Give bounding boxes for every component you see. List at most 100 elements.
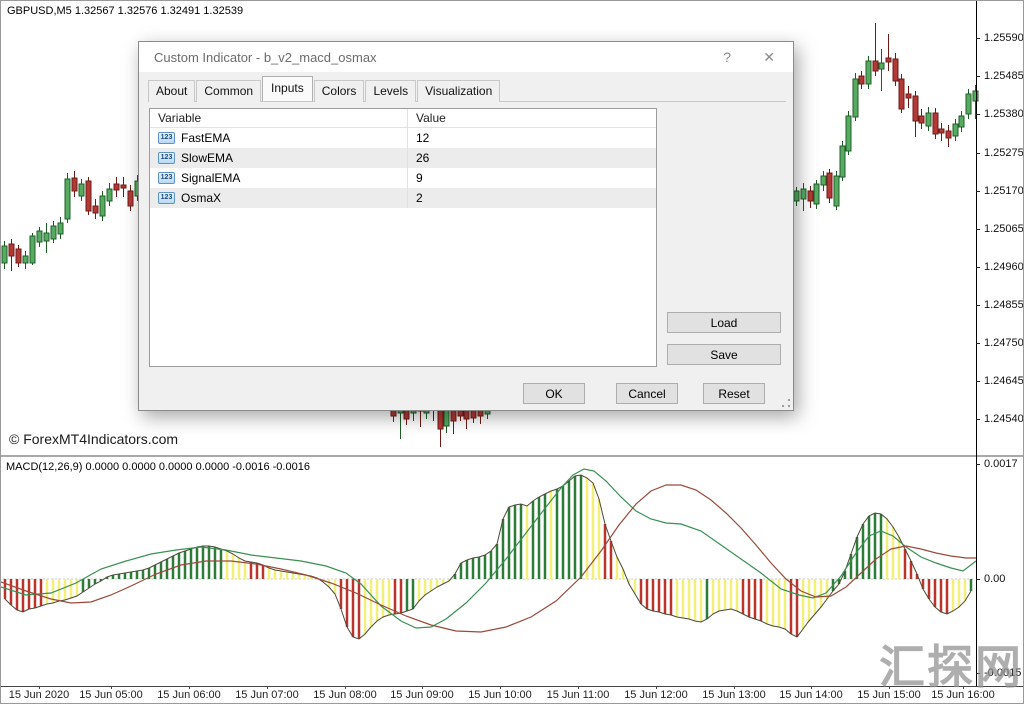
price-tick xyxy=(976,229,980,230)
time-tick-label: 15 Jun 07:00 xyxy=(235,689,299,701)
macd-tick-label: 0.0017 xyxy=(984,458,1018,470)
numeric-type-icon: 123 xyxy=(158,192,175,204)
time-tick xyxy=(189,686,190,689)
time-tick xyxy=(345,686,346,689)
time-tick xyxy=(889,686,890,689)
time-tick-label: 15 Jun 06:00 xyxy=(157,689,221,701)
tab-colors[interactable]: Colors xyxy=(314,80,365,102)
variable-cell: 123 OsmaX xyxy=(150,188,408,208)
time-tick-label: 15 Jun 15:00 xyxy=(857,689,921,701)
time-tick-label: 15 Jun 08:00 xyxy=(313,689,377,701)
tab-strip: AboutCommonInputsColorsLevelsVisualizati… xyxy=(148,80,501,101)
price-tick xyxy=(976,381,980,382)
time-tick xyxy=(811,686,812,689)
time-tick xyxy=(500,686,501,689)
price-tick xyxy=(976,191,980,192)
time-tick xyxy=(267,686,268,689)
time-tick-label: 15 Jun 09:00 xyxy=(390,689,454,701)
time-tick-label: 15 Jun 11:00 xyxy=(547,689,610,701)
numeric-type-icon: 123 xyxy=(158,152,175,164)
value-cell[interactable]: 9 xyxy=(408,171,656,185)
numeric-type-icon: 123 xyxy=(158,132,175,144)
cancel-button[interactable]: Cancel xyxy=(616,383,678,404)
panel-divider[interactable] xyxy=(1,455,1024,457)
table-row-slowema[interactable]: 123 SlowEMA 26 xyxy=(150,148,656,168)
macd-tick-label: 0.00 xyxy=(984,573,1005,585)
price-tick-label: 1.25590 xyxy=(984,32,1024,44)
variable-name: FastEMA xyxy=(181,131,230,145)
time-tick xyxy=(422,686,423,689)
value-cell[interactable]: 12 xyxy=(408,131,656,145)
ohlc-info: GBPUSD,M5 1.32567 1.32576 1.32491 1.3253… xyxy=(7,5,243,17)
macd-tick xyxy=(976,673,980,674)
price-tick-label: 1.24855 xyxy=(984,299,1024,311)
price-tick-label: 1.24750 xyxy=(984,337,1024,349)
variable-name: SignalEMA xyxy=(181,171,240,185)
close-icon[interactable]: ✕ xyxy=(763,49,775,66)
variable-name: OsmaX xyxy=(181,191,221,205)
time-tick xyxy=(963,686,964,689)
price-tick-label: 1.25485 xyxy=(984,70,1024,82)
variable-column-header: Variable xyxy=(150,109,408,127)
price-tick xyxy=(976,305,980,306)
tab-common[interactable]: Common xyxy=(196,80,261,102)
value-column-header: Value xyxy=(408,111,656,125)
time-tick xyxy=(734,686,735,689)
price-tick xyxy=(976,38,980,39)
load-button[interactable]: Load xyxy=(667,312,781,333)
time-tick xyxy=(578,686,579,689)
time-tick-label: 15 Jun 14:00 xyxy=(779,689,843,701)
time-tick-label: 15 Jun 05:00 xyxy=(79,689,143,701)
price-tick xyxy=(976,153,980,154)
numeric-type-icon: 123 xyxy=(158,172,175,184)
time-tick xyxy=(111,686,112,689)
price-tick xyxy=(976,343,980,344)
macd-tick xyxy=(976,579,980,580)
time-tick-label: 15 Jun 12:00 xyxy=(624,689,688,701)
variable-name: SlowEMA xyxy=(181,151,233,165)
price-tick xyxy=(976,419,980,420)
time-tick xyxy=(39,686,40,689)
help-button[interactable]: ? xyxy=(723,49,731,65)
time-tick-label: 15 Jun 16:00 xyxy=(931,689,995,701)
ok-button[interactable]: OK xyxy=(523,383,585,404)
variable-cell: 123 FastEMA xyxy=(150,128,408,148)
time-tick-label: 15 Jun 2020 xyxy=(9,689,70,701)
mt4-chart-window: GBPUSD,M5 1.32567 1.32576 1.32491 1.3253… xyxy=(0,0,1024,704)
time-tick xyxy=(656,686,657,689)
table-row-signalema[interactable]: 123 SignalEMA 9 xyxy=(150,168,656,188)
macd-indicator-label: MACD(12,26,9) 0.0000 0.0000 0.0000 0.000… xyxy=(6,461,310,473)
price-tick-label: 1.25275 xyxy=(984,147,1024,159)
variable-cell: 123 SlowEMA xyxy=(150,148,408,168)
time-axis[interactable]: 15 Jun 2020 15 Jun 05:00 15 Jun 06:00 15 Ju… xyxy=(1,687,1024,704)
dialog-title: Custom Indicator - b_v2_macd_osmax xyxy=(154,50,377,65)
table-header-row: VariableValue xyxy=(150,109,656,128)
time-tick-label: 15 Jun 13:00 xyxy=(702,689,766,701)
macd-tick xyxy=(976,464,980,465)
table-row-osmax[interactable]: 123 OsmaX 2 xyxy=(150,188,656,208)
tab-about[interactable]: About xyxy=(148,80,195,102)
reset-button[interactable]: Reset xyxy=(703,383,765,404)
price-tick xyxy=(976,76,980,77)
price-tick-label: 1.24540 xyxy=(984,413,1024,425)
price-tick xyxy=(976,114,980,115)
value-cell[interactable]: 26 xyxy=(408,151,656,165)
table-row-fastema[interactable]: 123 FastEMA 12 xyxy=(150,128,656,148)
tab-inputs[interactable]: Inputs xyxy=(262,76,313,101)
resize-grip[interactable] xyxy=(781,398,790,407)
price-tick xyxy=(976,267,980,268)
dialog-titlebar[interactable]: Custom Indicator - b_v2_macd_osmax ? ✕ xyxy=(139,42,793,72)
parameter-table: VariableValue123FastEMA12123SlowEMA26123… xyxy=(149,108,657,367)
variable-cell: 123 SignalEMA xyxy=(150,168,408,188)
macd-tick-label: -0.0015 xyxy=(984,667,1021,679)
custom-indicator-dialog: Custom Indicator - b_v2_macd_osmax ? ✕ A… xyxy=(138,41,794,411)
price-tick-label: 1.25065 xyxy=(984,223,1024,235)
value-cell[interactable]: 2 xyxy=(408,191,656,205)
tab-levels[interactable]: Levels xyxy=(365,80,416,102)
copyright-watermark: © ForexMT4Indicators.com xyxy=(9,431,178,447)
price-tick-label: 1.24645 xyxy=(984,375,1024,387)
price-tick-label: 1.24960 xyxy=(984,261,1024,273)
price-tick-label: 1.25380 xyxy=(984,108,1024,120)
save-button[interactable]: Save xyxy=(667,344,781,365)
tab-visualization[interactable]: Visualization xyxy=(417,80,500,102)
